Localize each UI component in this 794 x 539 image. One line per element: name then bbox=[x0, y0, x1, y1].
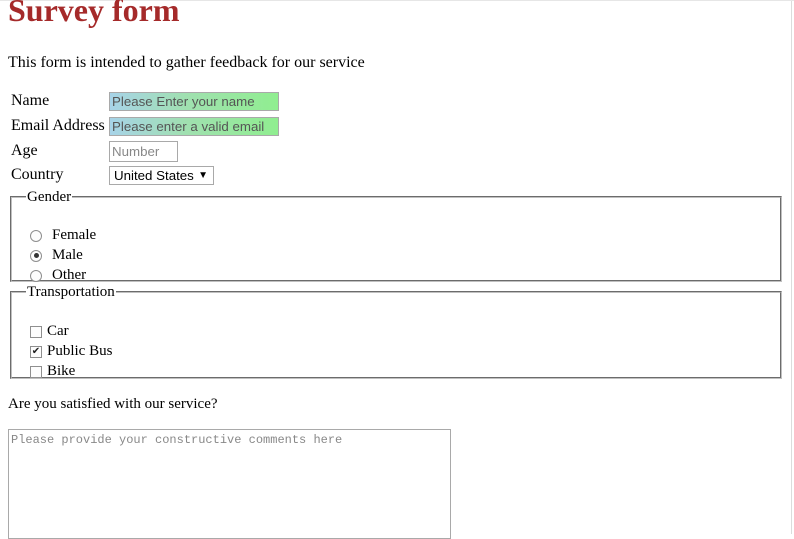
gender-option-other[interactable]: Other bbox=[30, 267, 86, 284]
country-selected-value: United States bbox=[114, 167, 194, 183]
name-label: Name bbox=[11, 92, 50, 109]
bike-label: Bike bbox=[47, 363, 76, 379]
car-label: Car bbox=[47, 323, 69, 339]
form-description: This form is intended to gather feedback… bbox=[8, 54, 365, 71]
page-title: Survey form bbox=[8, 0, 180, 28]
transport-option-public-bus[interactable]: ✔ Public Bus bbox=[30, 343, 112, 360]
male-radio[interactable] bbox=[30, 249, 42, 262]
email-row: Email Address bbox=[11, 115, 279, 137]
gender-option-female[interactable]: Female bbox=[30, 227, 96, 244]
transport-option-car[interactable]: Car bbox=[30, 323, 69, 340]
email-label: Email Address bbox=[11, 117, 105, 134]
country-label: Country bbox=[11, 166, 64, 183]
age-input[interactable] bbox=[109, 140, 178, 162]
name-row: Name bbox=[11, 90, 279, 112]
car-checkbox[interactable] bbox=[30, 325, 42, 338]
transportation-legend: Transportation bbox=[27, 284, 115, 300]
male-label: Male bbox=[52, 247, 83, 263]
page-edge-divider bbox=[791, 1, 792, 534]
country-row: Country United States ▼ bbox=[11, 164, 214, 186]
female-radio[interactable] bbox=[30, 229, 42, 242]
country-select[interactable]: United States ▼ bbox=[109, 165, 214, 185]
public-bus-checkbox[interactable]: ✔ bbox=[30, 345, 42, 358]
comments-textarea[interactable] bbox=[8, 429, 451, 539]
transportation-fieldset: Transportation Car ✔ Public Bus Bike bbox=[10, 284, 782, 379]
satisfaction-question: Are you satisfied with our service? bbox=[8, 396, 218, 412]
other-radio[interactable] bbox=[30, 269, 42, 282]
gender-option-male[interactable]: Male bbox=[30, 247, 83, 264]
age-label: Age bbox=[11, 142, 38, 159]
age-row: Age bbox=[11, 140, 178, 162]
public-bus-label: Public Bus bbox=[47, 343, 113, 359]
other-label: Other bbox=[52, 267, 87, 283]
gender-legend: Gender bbox=[27, 189, 72, 205]
female-label: Female bbox=[52, 227, 97, 243]
gender-fieldset: Gender Female Male Other bbox=[10, 189, 782, 284]
transport-option-bike[interactable]: Bike bbox=[30, 363, 75, 380]
email-input[interactable] bbox=[109, 116, 279, 136]
name-input[interactable] bbox=[109, 91, 279, 111]
dropdown-arrow-icon: ▼ bbox=[198, 169, 208, 181]
bike-checkbox[interactable] bbox=[30, 365, 42, 378]
survey-page: Survey form This form is intended to gat… bbox=[0, 0, 794, 539]
